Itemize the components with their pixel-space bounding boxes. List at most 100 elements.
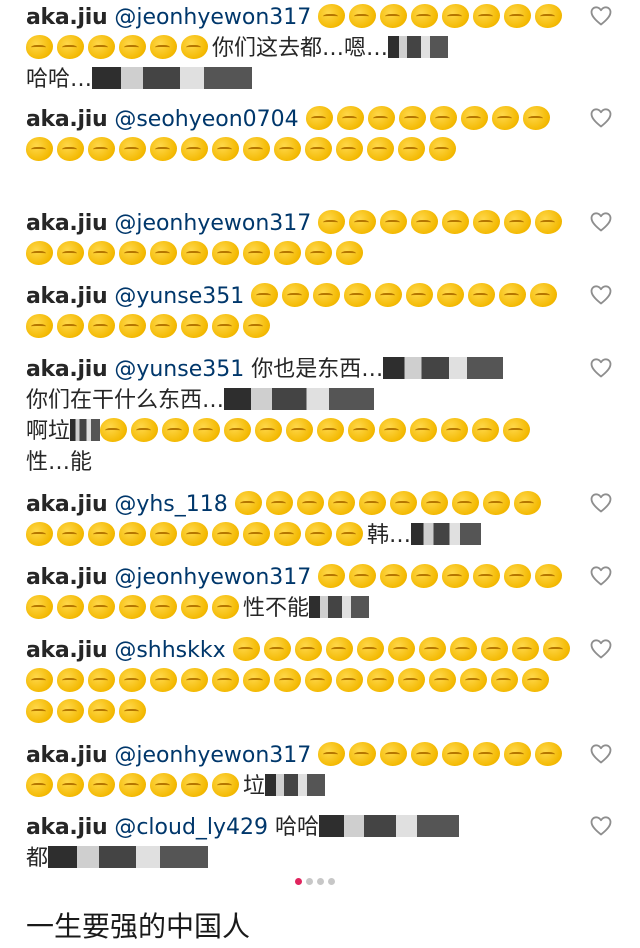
ok-hand-emoji-icon (418, 637, 446, 661)
ok-hand-emoji-icon (473, 4, 501, 28)
carousel-dot[interactable] (306, 878, 313, 885)
ok-hand-emoji-icon (57, 35, 84, 59)
ok-hand-emoji-icon (212, 595, 239, 619)
ok-hand-emoji-icon (441, 418, 469, 442)
ok-hand-emoji-icon (398, 106, 426, 130)
ok-hand-emoji-icon (88, 314, 115, 338)
ok-hand-emoji-icon (274, 137, 301, 161)
ok-hand-emoji-icon (398, 137, 425, 161)
comment-mention[interactable]: @seohyeon0704 (114, 107, 298, 132)
comment-username[interactable]: aka.jiu (26, 565, 108, 590)
ok-hand-emoji-icon (442, 210, 470, 234)
comment-username[interactable]: aka.jiu (26, 743, 108, 768)
comment-mention[interactable]: @jeonhyewon317 (114, 743, 311, 768)
comment-mention[interactable]: @jeonhyewon317 (114, 211, 311, 236)
ok-hand-emoji-icon (318, 210, 346, 234)
ok-hand-emoji-icon (26, 699, 53, 723)
ok-hand-emoji-icon (511, 637, 539, 661)
ok-hand-emoji-icon (265, 491, 293, 515)
ok-hand-emoji-icon (349, 564, 377, 588)
ok-hand-emoji-icon (535, 742, 563, 766)
ok-hand-emoji-icon (504, 210, 532, 234)
ok-hand-emoji-icon (380, 564, 408, 588)
comment-mention[interactable]: @yunse351 (114, 284, 244, 309)
comment-username[interactable]: aka.jiu (26, 211, 108, 236)
ok-hand-emoji-icon (181, 241, 208, 265)
ok-hand-emoji-icon (305, 137, 332, 161)
ok-hand-emoji-icon (349, 4, 377, 28)
comment-username[interactable]: aka.jiu (26, 815, 108, 840)
ok-hand-emoji-icon (358, 491, 386, 515)
ok-hand-emoji-icon (429, 668, 456, 692)
ok-hand-emoji-icon (212, 137, 239, 161)
comment-mention[interactable]: @cloud_ly429 (114, 815, 268, 840)
ok-hand-emoji-icon (150, 668, 177, 692)
like-heart-icon[interactable] (589, 742, 613, 766)
ok-hand-emoji-icon (26, 522, 53, 546)
like-heart-icon[interactable] (589, 491, 613, 515)
like-heart-icon[interactable] (589, 637, 613, 661)
comment-item: aka.jiu @jeonhyewon317 你们这去都…嗯… 哈哈… (26, 2, 574, 95)
ok-hand-emoji-icon (193, 418, 221, 442)
comment-username[interactable]: aka.jiu (26, 357, 108, 382)
ok-hand-emoji-icon (119, 522, 146, 546)
comment-mention[interactable]: @yhs_118 (114, 492, 227, 517)
ok-hand-emoji-icon (150, 595, 177, 619)
comment-username[interactable]: aka.jiu (26, 107, 108, 132)
ok-hand-emoji-icon (243, 314, 270, 338)
comment-item: aka.jiu @jeonhyewon317 性不能 (26, 562, 574, 624)
comment-username[interactable]: aka.jiu (26, 5, 108, 30)
ok-hand-emoji-icon (119, 699, 146, 723)
ok-hand-emoji-icon (482, 491, 510, 515)
comment-text: 哈哈… (26, 67, 93, 92)
ok-hand-emoji-icon (367, 668, 394, 692)
like-heart-icon[interactable] (589, 106, 613, 130)
like-heart-icon[interactable] (589, 4, 613, 28)
ok-hand-emoji-icon (504, 564, 532, 588)
comment-mention[interactable]: @jeonhyewon317 (114, 5, 311, 30)
comment-mention[interactable]: @shhskkx (114, 638, 225, 663)
carousel-dot[interactable] (295, 878, 302, 885)
ok-hand-emoji-icon (150, 314, 177, 338)
like-heart-icon[interactable] (589, 564, 613, 588)
comment-mention[interactable]: @jeonhyewon317 (114, 565, 311, 590)
ok-hand-emoji-icon (181, 773, 208, 797)
ok-hand-emoji-icon (429, 137, 456, 161)
ok-hand-emoji-icon (375, 283, 403, 307)
ok-hand-emoji-icon (305, 522, 332, 546)
ok-hand-emoji-icon (420, 491, 448, 515)
ok-hand-emoji-icon (88, 241, 115, 265)
like-heart-icon[interactable] (589, 210, 613, 234)
ok-hand-emoji-icon (336, 668, 363, 692)
ok-hand-emoji-icon (327, 491, 355, 515)
ok-hand-emoji-icon (274, 522, 301, 546)
like-heart-icon[interactable] (589, 356, 613, 380)
ok-hand-emoji-icon (389, 491, 417, 515)
ok-hand-emoji-icon (26, 595, 53, 619)
ok-hand-emoji-icon (88, 668, 115, 692)
ok-hand-emoji-icon (387, 637, 415, 661)
ok-hand-emoji-icon (380, 742, 408, 766)
ok-hand-emoji-icon (243, 241, 270, 265)
comment-username[interactable]: aka.jiu (26, 492, 108, 517)
like-heart-icon[interactable] (589, 814, 613, 838)
ok-hand-emoji-icon (119, 314, 146, 338)
ok-hand-emoji-icon (530, 283, 558, 307)
ok-hand-emoji-icon (26, 314, 53, 338)
carousel-dot[interactable] (317, 878, 324, 885)
like-heart-icon[interactable] (589, 283, 613, 307)
ok-hand-emoji-icon (348, 418, 376, 442)
ok-hand-emoji-icon (296, 491, 324, 515)
ok-hand-emoji-icon (119, 137, 146, 161)
comment-item: aka.jiu @jeonhyewon317 垃 (26, 740, 574, 802)
comment-mention[interactable]: @yunse351 (114, 357, 244, 382)
carousel-dot[interactable] (328, 878, 335, 885)
ok-hand-emoji-icon (305, 241, 332, 265)
ok-hand-emoji-icon (317, 418, 345, 442)
ok-hand-emoji-icon (411, 564, 439, 588)
ok-hand-emoji-icon (473, 564, 501, 588)
ok-hand-emoji-icon (305, 106, 333, 130)
comment-username[interactable]: aka.jiu (26, 638, 108, 663)
comment-username[interactable]: aka.jiu (26, 284, 108, 309)
comment-text: 都 (26, 846, 49, 871)
